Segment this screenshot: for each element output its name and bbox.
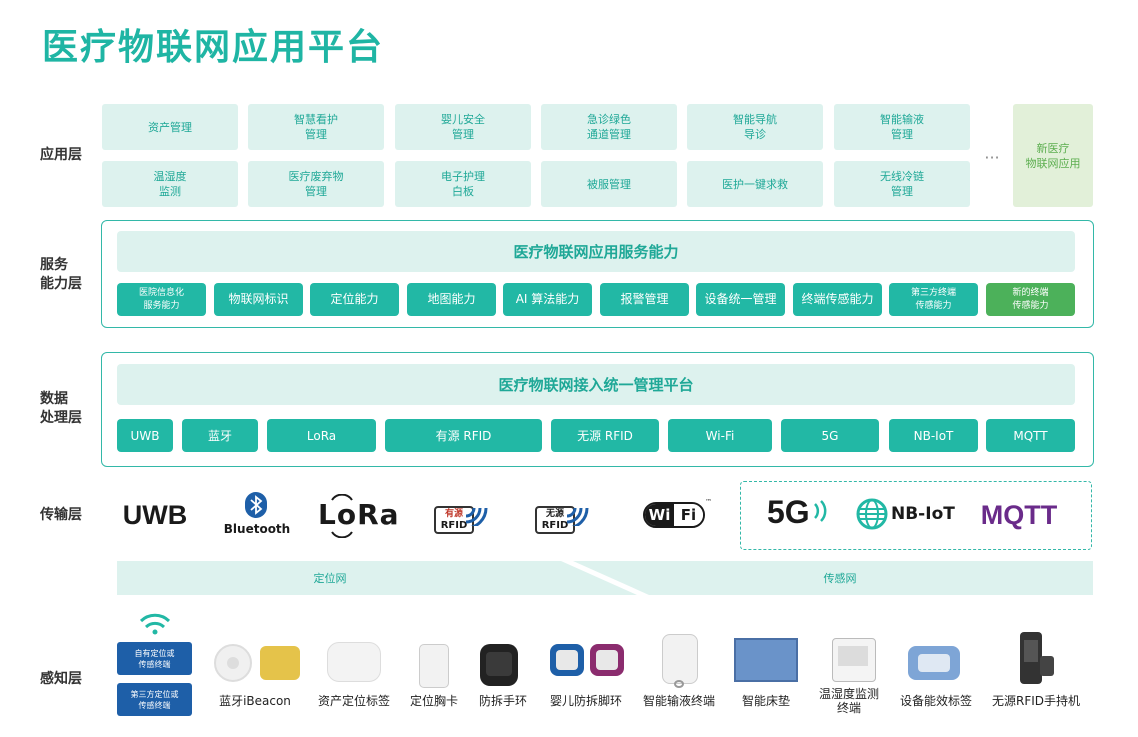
sensing-network-label: 传感网 (823, 572, 857, 585)
positioning-network-label: 定位网 (313, 572, 347, 585)
capability-item[interactable]: 第三方终端 传感能力 (889, 283, 978, 316)
nbiot-logo: NB-IoT (856, 498, 960, 532)
app-box[interactable]: 被服管理 (541, 161, 677, 207)
app-box[interactable]: 智能导航 导诊 (687, 104, 823, 150)
rfid-passive-top: 无源 (545, 509, 564, 519)
rfid-wave-icon (465, 507, 488, 526)
bluetooth-text: Bluetooth (223, 522, 291, 536)
device-label: 蓝牙iBeacon (219, 694, 291, 708)
rfid-passive-logo: 无源 RFID (533, 494, 591, 538)
capability-item[interactable]: 医院信息化 服务能力 (117, 283, 206, 316)
capability-item[interactable]: 设备统一管理 (696, 283, 785, 316)
data-banner: 医疗物联网接入统一管理平台 (117, 364, 1075, 405)
rfid-handheld-image (1014, 630, 1058, 686)
protocol-item[interactable]: 无源 RFID (551, 419, 659, 452)
ibeacon-image (212, 640, 302, 686)
app-box[interactable]: 急诊绿色 通道管理 (541, 104, 677, 150)
nbiot-text: NB-IoT (891, 504, 955, 524)
third-party-terminal-tag: 第三方定位或 传感终端 (117, 683, 192, 716)
layer-label-service: 服务 能力层 (40, 257, 82, 292)
device-label: 智能输液终端 (642, 694, 715, 708)
new-app-box[interactable]: 新医疗 物联网应用 (1013, 104, 1093, 207)
device-label: 婴儿防拆脚环 (549, 694, 622, 708)
network-band (117, 561, 1093, 595)
device-label: 温湿度监测 终端 (818, 687, 879, 715)
protocol-item[interactable]: LoRa (267, 419, 376, 452)
rfid-active-top: 有源 (444, 509, 463, 519)
protocol-item[interactable]: NB-IoT (889, 419, 978, 452)
device-label: 智能床垫 (741, 694, 790, 708)
layer-label-data: 数据 处理层 (40, 391, 82, 426)
capability-item[interactable]: 定位能力 (310, 283, 399, 316)
own-terminal-tag: 自有定位或 传感终端 (117, 642, 192, 675)
protocol-item[interactable]: Wi-Fi (668, 419, 772, 452)
baby-anklet-image (546, 640, 632, 680)
wireless-icon (139, 613, 171, 635)
wifi-logo: Wi Fi ™ (641, 498, 713, 530)
lora-logo: LoRa (318, 494, 400, 538)
5g-logo: 5G (767, 494, 831, 534)
wristband-image (476, 642, 522, 688)
app-box[interactable]: 资产管理 (102, 104, 238, 150)
device-label: 资产定位标签 (317, 694, 390, 708)
protocol-item[interactable]: 有源 RFID (385, 419, 542, 452)
capability-item[interactable]: 物联网标识 (214, 283, 303, 316)
uwb-logo: UWB (122, 499, 188, 530)
protocol-item[interactable]: UWB (117, 419, 173, 452)
wifi-text-a: Wi (645, 504, 674, 526)
app-box[interactable]: 智能输液 管理 (834, 104, 970, 150)
wifi-text-b: Fi (674, 504, 703, 526)
app-box[interactable]: 温湿度 监测 (102, 161, 238, 207)
rfid-active-logo: 有源 RFID (432, 494, 490, 538)
bluetooth-logo: Bluetooth (222, 492, 292, 540)
app-box[interactable]: 医疗废弃物 管理 (248, 161, 384, 207)
device-label: 设备能效标签 (899, 694, 972, 708)
app-box[interactable]: 医护一键求救 (687, 161, 823, 207)
capability-item-new[interactable]: 新的终端 传感能力 (986, 283, 1075, 316)
wifi-signal-icon (814, 500, 827, 522)
badge-card-image (416, 642, 450, 688)
protocol-item[interactable]: 蓝牙 (182, 419, 258, 452)
capability-item[interactable]: 终端传感能力 (793, 283, 882, 316)
rfid-wave-icon (566, 507, 589, 526)
smart-mattress-image (734, 636, 798, 686)
device-label: 定位胸卡 (409, 694, 458, 708)
capability-item[interactable]: AI 算法能力 (503, 283, 592, 316)
capability-item[interactable]: 报警管理 (600, 283, 689, 316)
app-box[interactable]: 无线冷链 管理 (834, 161, 970, 207)
app-box[interactable]: 电子护理 白板 (395, 161, 531, 207)
globe-icon (856, 498, 888, 530)
app-box[interactable]: 婴儿安全 管理 (395, 104, 531, 150)
bluetooth-icon (245, 492, 267, 518)
wireless-icon (331, 494, 353, 538)
service-banner: 医疗物联网应用服务能力 (117, 231, 1075, 272)
more-apps-ellipsis: ··· (984, 148, 1000, 167)
infusion-terminal-image (656, 632, 702, 688)
asset-tag-image (325, 640, 383, 682)
mqtt-logo: MQTT (980, 499, 1058, 530)
trademark-mark: ™ (705, 498, 712, 506)
capability-item[interactable]: 地图能力 (407, 283, 496, 316)
app-box[interactable]: 智慧看护 管理 (248, 104, 384, 150)
page-title: 医疗物联网应用平台 (42, 27, 385, 68)
protocol-item[interactable]: 5G (781, 419, 879, 452)
energy-tag-image (904, 640, 964, 684)
device-label: 防拆手环 (478, 694, 527, 708)
protocol-item[interactable]: MQTT (986, 419, 1075, 452)
thermometer-image (830, 636, 876, 682)
5g-text: 5G (767, 494, 810, 530)
device-label: 无源RFID手持机 (991, 694, 1081, 708)
layer-label-transport: 传输层 (40, 507, 82, 523)
layer-label-perception: 感知层 (40, 671, 82, 687)
layer-label-application: 应用层 (40, 147, 82, 163)
